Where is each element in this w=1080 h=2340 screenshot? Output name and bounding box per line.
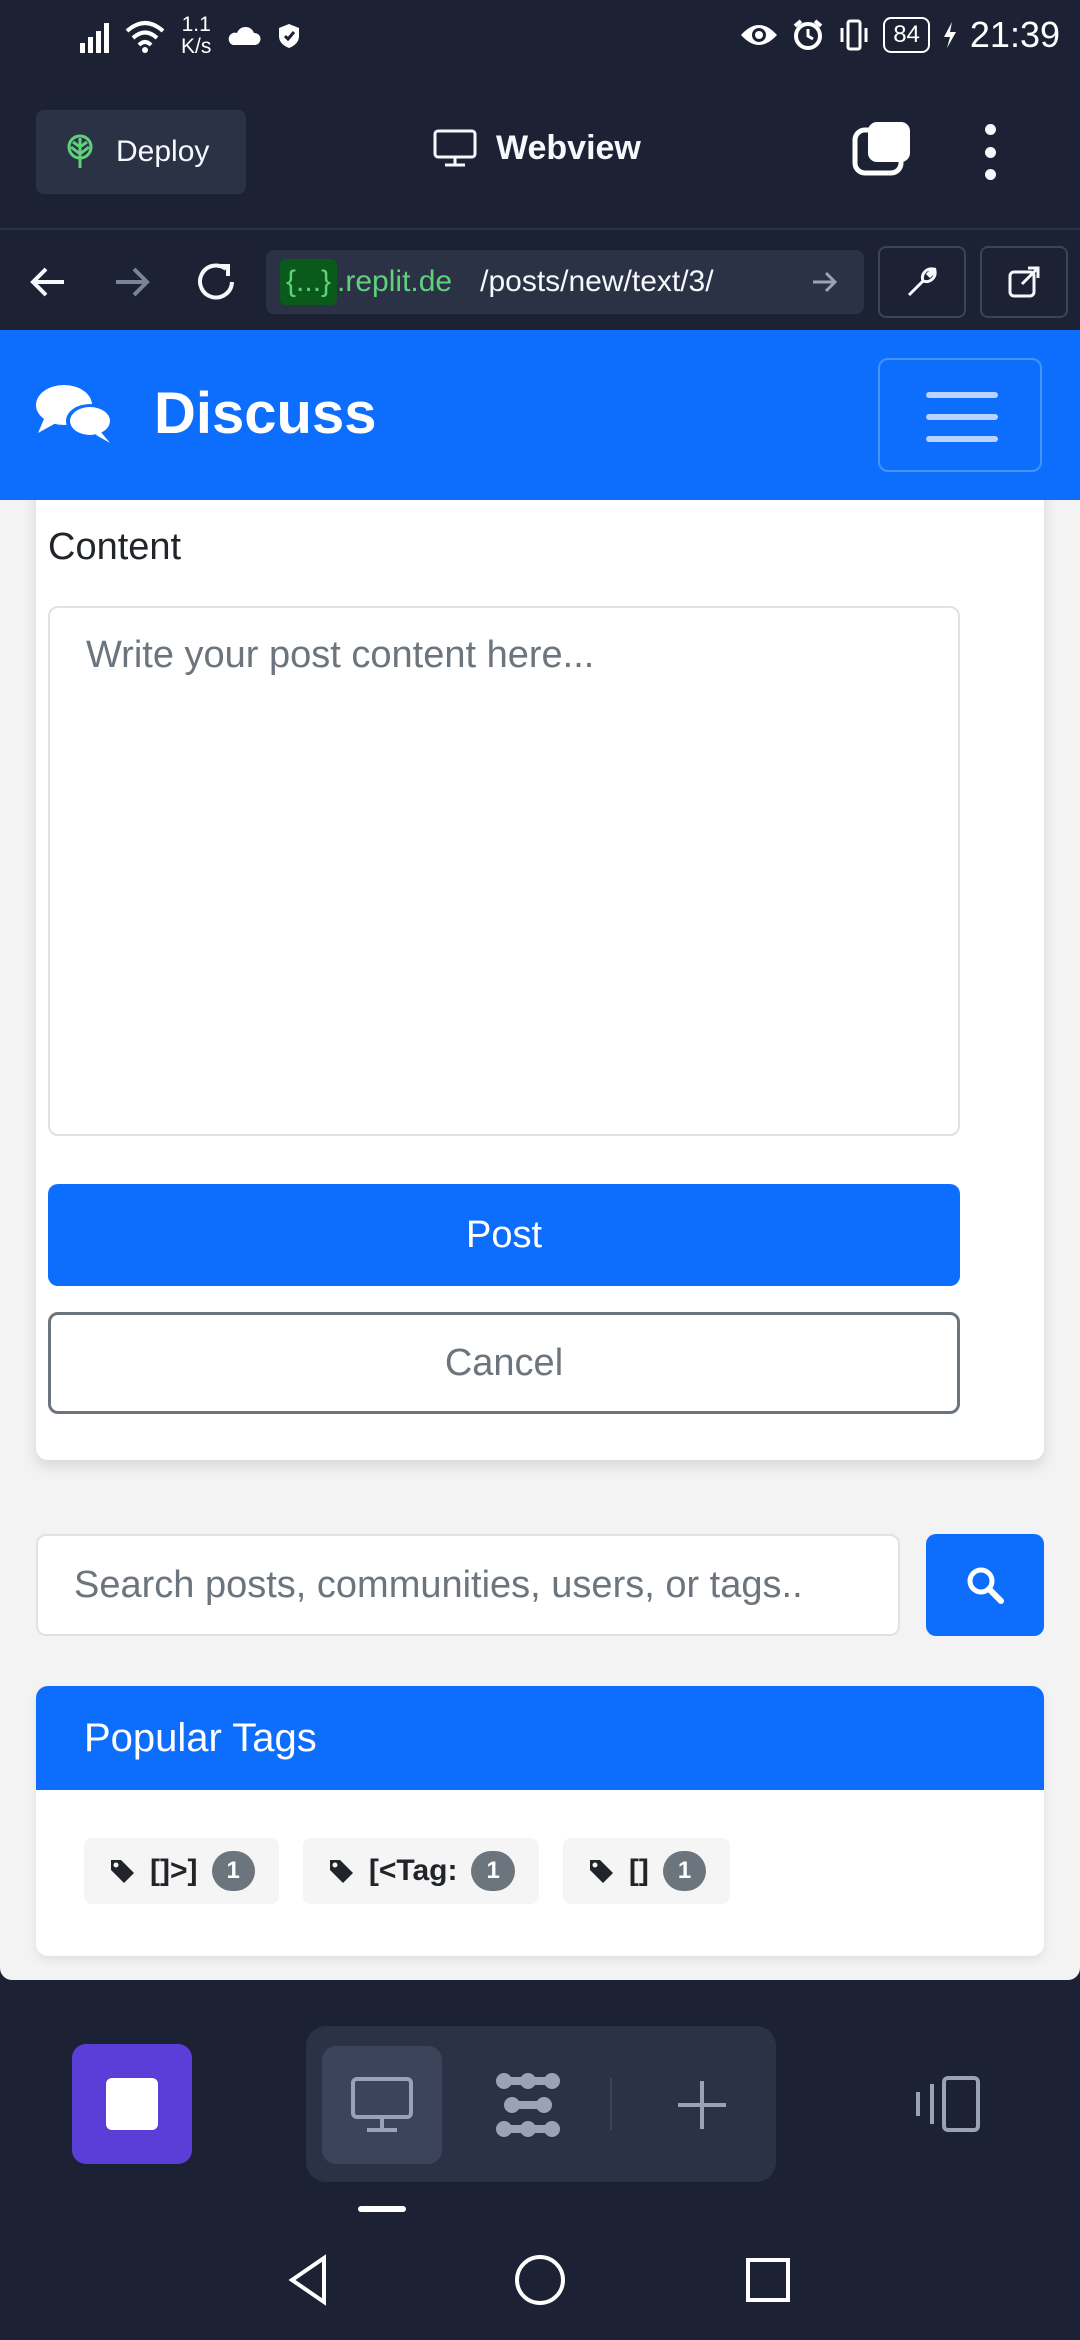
address-field[interactable]: {...} .replit.de /posts/new/text/3/: [266, 250, 864, 314]
status-bar: 1.1 K/s 84 21:39: [0, 0, 1080, 72]
replit-bottom-bar: [0, 1980, 1080, 2220]
status-right: 84 21:39: [739, 14, 1060, 56]
content-textarea[interactable]: Write your post content here...: [48, 606, 960, 1136]
search-icon: [967, 1567, 1004, 1604]
add-pane-button[interactable]: [642, 2046, 762, 2164]
url-domain: .replit.de: [337, 265, 453, 298]
tag-icon: [111, 1860, 134, 1883]
tag-item[interactable]: []>] 1: [84, 1838, 279, 1904]
gesture-handle: [358, 2206, 406, 2212]
arrow-right-icon[interactable]: [108, 258, 156, 306]
go-arrow-icon[interactable]: [810, 264, 840, 300]
site-brand[interactable]: Discuss: [34, 380, 376, 447]
devtools-button[interactable]: [878, 246, 966, 318]
pane-switcher: [306, 2026, 776, 2182]
search-placeholder: Search posts, communities, users, or tag…: [74, 1563, 803, 1606]
tag-count-badge: 1: [662, 1851, 707, 1891]
monitor-icon: [351, 2077, 413, 2132]
tag-name: []: [628, 1854, 649, 1887]
tag-name: []>]: [150, 1854, 198, 1887]
deploy-label: Deploy: [116, 135, 210, 168]
brand-name: Discuss: [154, 381, 377, 446]
tag-item[interactable]: [<Tag: 1: [302, 1838, 539, 1904]
search-button[interactable]: [926, 1534, 1044, 1636]
network-speed: 1.1 K/s: [181, 14, 211, 58]
url-bar: {...} .replit.de /posts/new/text/3/: [0, 228, 1080, 330]
chat-bubbles-icon: [36, 384, 114, 443]
webview-pane-button[interactable]: [322, 2046, 442, 2164]
stop-icon: [106, 2078, 158, 2130]
network-speed-value: 1.1: [181, 13, 211, 36]
tag-item[interactable]: [] 1: [562, 1838, 731, 1904]
workspace-icon: [496, 2073, 560, 2137]
clock: 21:39: [969, 14, 1060, 55]
popular-tags-card: Popular Tags []>] 1 [<Tag: 1 [] 1: [36, 1686, 1044, 1956]
back-nav-icon[interactable]: [280, 2250, 340, 2310]
stop-button[interactable]: [72, 2044, 192, 2164]
navbar-toggler-button[interactable]: [878, 358, 1042, 472]
status-left: 1.1 K/s: [80, 14, 301, 58]
tag-count-badge: 1: [211, 1851, 255, 1891]
webview-content: Discuss Content Write your post content …: [0, 330, 1080, 1980]
cloud-icon: [229, 26, 261, 45]
tag-icon: [329, 1860, 353, 1883]
workspace-pane-button[interactable]: [468, 2046, 588, 2164]
content-label: Content: [48, 526, 182, 568]
wrench-icon: [907, 267, 937, 297]
more-menu-icon[interactable]: [980, 124, 1000, 180]
webview-label: Webview: [496, 128, 641, 167]
network-speed-unit: K/s: [181, 35, 212, 58]
tag-count-badge: 1: [471, 1851, 515, 1891]
shield-icon: [279, 24, 300, 48]
cancel-button[interactable]: Cancel: [48, 1312, 960, 1414]
tag-name: [<Tag:: [368, 1854, 458, 1887]
reload-icon[interactable]: [192, 258, 240, 306]
open-external-button[interactable]: [980, 246, 1068, 318]
alarm-icon: [793, 19, 823, 50]
tabs-icon[interactable]: [852, 120, 912, 176]
arrow-left-icon[interactable]: [24, 258, 72, 306]
post-button[interactable]: Post: [48, 1184, 960, 1286]
tag-icon: [589, 1860, 613, 1883]
system-nav-bar: [0, 2220, 1080, 2340]
webview-tab-title: Webview: [432, 128, 641, 168]
charging-icon: [943, 22, 956, 48]
search-input[interactable]: Search posts, communities, users, or tag…: [36, 1534, 900, 1636]
recents-nav-icon[interactable]: [738, 2250, 798, 2310]
popular-tags-title: Popular Tags: [36, 1686, 1044, 1790]
external-link-icon: [1008, 266, 1040, 298]
eye-icon: [741, 25, 778, 45]
vibrate-icon: [840, 19, 868, 51]
cell-signal-icon: [80, 19, 109, 53]
content-placeholder: Write your post content here...: [86, 634, 595, 676]
site-navbar: Discuss: [0, 330, 1080, 500]
deploy-button[interactable]: Deploy: [36, 110, 246, 194]
plus-icon: [678, 2081, 726, 2129]
replit-top-bar: Deploy Webview: [0, 72, 1080, 228]
url-path: /posts/new/text/3/: [480, 265, 714, 298]
deploy-icon: [67, 134, 93, 168]
pane-divider: [610, 2078, 612, 2130]
url-domain-highlight: {...}: [280, 259, 338, 305]
popular-tags-list: []>] 1 [<Tag: 1 [] 1: [36, 1790, 1044, 1904]
wifi-icon: [125, 21, 165, 53]
monitor-icon: [433, 129, 477, 167]
side-panel-icon[interactable]: [910, 2074, 984, 2134]
battery-indicator: 84: [883, 17, 930, 53]
home-nav-icon[interactable]: [510, 2250, 570, 2310]
